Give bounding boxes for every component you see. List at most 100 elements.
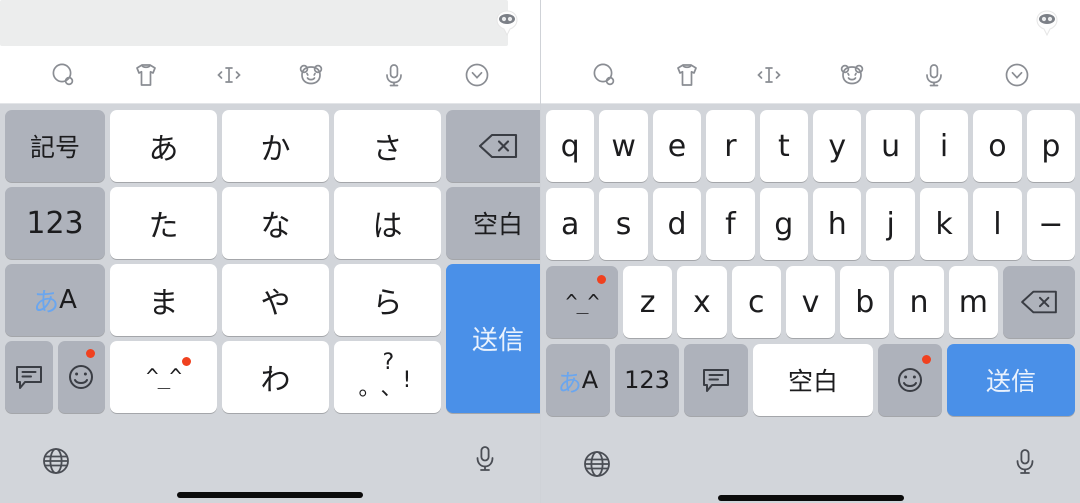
key-m[interactable]: m	[948, 266, 998, 338]
key-kaomoji[interactable]: ^_^	[546, 266, 618, 338]
key-x[interactable]: x	[677, 266, 727, 338]
send-button[interactable]: 送信	[446, 264, 550, 413]
key-ta-row[interactable]: た	[110, 187, 217, 259]
avatar-badge-icon[interactable]	[492, 8, 522, 38]
key-y[interactable]: y	[813, 110, 862, 182]
key-punctuation[interactable]: ? ! 。 、	[334, 341, 441, 413]
key-w[interactable]: w	[599, 110, 648, 182]
bear-face-icon[interactable]	[294, 58, 328, 92]
hiragana-glyph: あ	[33, 287, 60, 318]
left-keyboard-toolbar	[0, 46, 540, 104]
key-n[interactable]: n	[894, 266, 944, 338]
right-keyboard-toolbar	[541, 46, 1080, 104]
right-keyboard-panel: q w e r t y u i o p a s d f g h j k l − …	[540, 0, 1080, 503]
right-bottom-bar	[541, 420, 1080, 503]
key-symbols[interactable]: 記号	[5, 110, 105, 182]
send-button[interactable]: 送信	[947, 344, 1075, 416]
key-kana-latin-toggle[interactable]: あA	[546, 344, 610, 416]
chevron-down-circle-icon[interactable]	[460, 58, 494, 92]
key-numbers[interactable]: 123	[5, 187, 105, 259]
key-space[interactable]: 空白	[446, 187, 550, 259]
key-j[interactable]: j	[866, 188, 915, 260]
left-keyboard-panel: 記号 あ か さ 123 た な は 空白 あA ま や ら 送信 ^_^ わ …	[0, 0, 550, 503]
key-h[interactable]: h	[813, 188, 862, 260]
key-hyphen[interactable]: −	[1026, 188, 1076, 260]
qwerty-row-4: あA 123 空白 送信	[546, 344, 1075, 416]
left-keyboard-keys: 記号 あ か さ 123 た な は 空白 あA ま や ら 送信 ^_^ わ …	[0, 104, 550, 417]
cursor-move-icon[interactable]	[212, 58, 246, 92]
text-input-field[interactable]	[0, 0, 508, 46]
microphone-icon[interactable]	[917, 58, 951, 92]
kaomoji-label: ^_^	[565, 290, 599, 314]
key-s[interactable]: s	[599, 188, 648, 260]
globe-icon[interactable]	[40, 445, 72, 477]
key-p[interactable]: p	[1026, 110, 1076, 182]
key-a-row[interactable]: あ	[110, 110, 217, 182]
cursor-move-icon[interactable]	[752, 58, 786, 92]
key-ma-row[interactable]: ま	[110, 264, 217, 336]
key-q[interactable]: q	[546, 110, 595, 182]
key-sa-row[interactable]: さ	[334, 110, 441, 182]
key-numbers[interactable]: 123	[615, 344, 679, 416]
key-v[interactable]: v	[785, 266, 836, 338]
key-ya-row[interactable]: や	[222, 264, 329, 336]
speech-bubble-icon[interactable]	[587, 58, 621, 92]
key-kaomoji[interactable]: ^_^	[110, 341, 217, 413]
smiley-face-icon[interactable]	[878, 344, 942, 416]
left-bottom-bar	[0, 417, 540, 503]
key-k[interactable]: k	[919, 188, 969, 260]
microphone-icon[interactable]	[377, 58, 411, 92]
qwerty-row-1: q w e r t y u i o p	[546, 110, 1076, 182]
key-u[interactable]: u	[866, 110, 915, 182]
microphone-icon[interactable]	[470, 443, 500, 475]
key-wa-row[interactable]: わ	[222, 341, 329, 413]
avatar-badge-icon[interactable]	[1032, 8, 1062, 38]
key-b[interactable]: b	[840, 266, 890, 338]
notification-dot	[86, 349, 95, 358]
delete-icon[interactable]	[1002, 266, 1075, 338]
key-e[interactable]: e	[652, 110, 702, 182]
key-r[interactable]: r	[706, 110, 755, 182]
key-na-row[interactable]: な	[222, 187, 329, 259]
home-indicator[interactable]	[717, 495, 904, 501]
notification-dot	[922, 355, 931, 364]
key-g[interactable]: g	[759, 188, 809, 260]
key-kana-latin-toggle[interactable]: あA	[5, 264, 105, 336]
key-a[interactable]: a	[546, 188, 595, 260]
globe-icon[interactable]	[581, 448, 613, 480]
chevron-down-circle-icon[interactable]	[1000, 58, 1034, 92]
home-indicator[interactable]	[177, 492, 363, 498]
key-l[interactable]: l	[973, 188, 1022, 260]
tshirt-icon[interactable]	[129, 58, 163, 92]
key-space[interactable]: 空白	[753, 344, 873, 416]
ideographic-comma: 、	[380, 376, 403, 401]
notification-dot	[182, 357, 191, 366]
key-z[interactable]: z	[623, 266, 673, 338]
qwerty-row-2: a s d f g h j k l −	[546, 188, 1076, 260]
key-f[interactable]: f	[706, 188, 755, 260]
keyboard-comparison-screen: 記号 あ か さ 123 た な は 空白 あA ま や ら 送信 ^_^ わ …	[0, 0, 1080, 503]
hiragana-glyph: あ	[557, 368, 582, 397]
microphone-icon[interactable]	[1010, 446, 1040, 478]
twelve-key-grid: 記号 あ か さ 123 た な は 空白 あA ま や ら 送信 ^_^ わ …	[5, 110, 550, 413]
chat-bubble-icon[interactable]	[5, 341, 53, 413]
key-c[interactable]: c	[731, 266, 781, 338]
chat-emoji-key-pair	[5, 341, 105, 413]
key-o[interactable]: o	[973, 110, 1022, 182]
delete-icon[interactable]	[446, 110, 550, 182]
tshirt-icon[interactable]	[670, 58, 704, 92]
right-top-input-bar	[541, 0, 1080, 46]
smiley-face-icon[interactable]	[57, 341, 105, 413]
key-i[interactable]: i	[919, 110, 969, 182]
bear-face-icon[interactable]	[835, 58, 869, 92]
key-t[interactable]: t	[759, 110, 809, 182]
key-ra-row[interactable]: ら	[334, 264, 441, 336]
key-ha-row[interactable]: は	[334, 187, 441, 259]
key-d[interactable]: d	[652, 188, 702, 260]
qwerty-row-3: ^_^ z x c v b n m	[546, 266, 1075, 338]
key-ka-row[interactable]: か	[222, 110, 329, 182]
speech-bubble-icon[interactable]	[46, 58, 80, 92]
chat-bubble-icon[interactable]	[684, 344, 748, 416]
right-keyboard-keys: q w e r t y u i o p a s d f g h j k l − …	[541, 104, 1080, 420]
notification-dot	[597, 275, 606, 284]
